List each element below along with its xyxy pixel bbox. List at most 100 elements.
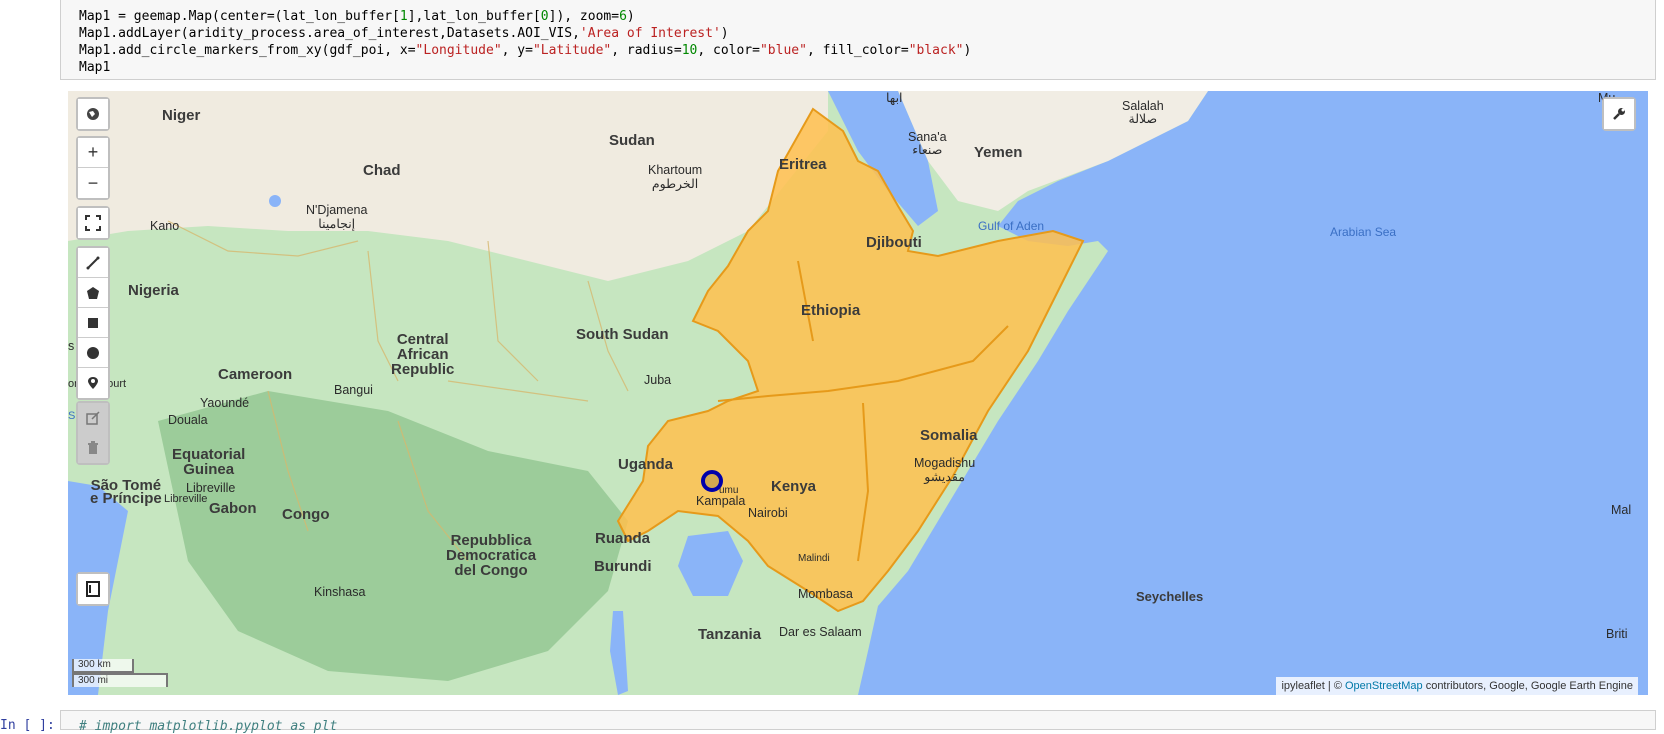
next-code-cell[interactable]: # import matplotlib.pyplot as plt: [60, 710, 1656, 734]
label-drc: Repubblica Democratica del Congo: [446, 533, 536, 578]
label-ethiopia: Ethiopia: [801, 302, 861, 319]
label-arabian-sea: Arabian Sea: [1330, 225, 1397, 239]
label-khartoum-line-1: Khartoum: [648, 163, 703, 177]
label-eq-guinea-line-2: Guinea: [183, 461, 235, 478]
draw-polygon-icon[interactable]: [78, 278, 108, 308]
map-widget[interactable]: Niger Sudan Chad Eritrea Yemen Djibouti …: [68, 91, 1648, 695]
cell-prompt: In [ ]:: [0, 718, 55, 733]
edit-toolbar[interactable]: [76, 401, 110, 465]
label-edge-s: s: [68, 339, 75, 353]
label-ndjamena-line-2: إنجامينا: [318, 217, 356, 231]
label-edge-mal: Mal: [1611, 503, 1632, 517]
label-dar-es-salaam: Dar es Salaam: [779, 625, 862, 639]
label-niger: Niger: [162, 107, 201, 124]
zoom-control[interactable]: + −: [76, 136, 110, 200]
label-yemen: Yemen: [974, 144, 1023, 161]
label-ndjamena: N'Djamena إنجامينا: [306, 203, 367, 231]
basemap[interactable]: [68, 91, 1648, 695]
code-line-4: Map1: [79, 60, 111, 75]
label-drc-line-2: Democratica: [446, 547, 537, 564]
map-attribution: ipyleaflet | © OpenStreetMap contributor…: [1276, 677, 1638, 695]
fullscreen-icon[interactable]: [78, 208, 108, 238]
label-kano: Kano: [150, 219, 180, 233]
code-line-1: Map1 = geemap.Map(center=(lat_lon_buffer…: [79, 9, 635, 24]
delete-layers-icon[interactable]: [78, 433, 108, 463]
label-eritrea: Eritrea: [779, 156, 827, 173]
label-khartoum: Khartoum الخرطوم: [648, 163, 702, 191]
label-juba: Juba: [644, 373, 672, 387]
label-chad: Chad: [363, 162, 401, 179]
draw-rectangle-icon[interactable]: [78, 308, 108, 338]
label-salalah-line-2: صلالة: [1128, 112, 1158, 126]
label-rwanda: Ruanda: [595, 530, 651, 547]
label-nairobi: Nairobi: [748, 506, 788, 520]
widget-toggle-control[interactable]: [76, 572, 110, 606]
zoom-out-button[interactable]: −: [78, 168, 108, 198]
label-car-line-1: Central: [396, 331, 449, 348]
label-mogadishu-line-1: Mogadishu: [914, 456, 976, 470]
label-mogadishu-line-2: مقديشو: [924, 470, 965, 484]
layers-control[interactable]: [76, 97, 110, 131]
edit-layers-icon[interactable]: [78, 403, 108, 433]
label-gabon: Gabon: [209, 500, 257, 517]
circle-marker[interactable]: [700, 469, 724, 493]
code-line-3: Map1.add_circle_markers_from_xy(gdf_poi,…: [79, 43, 972, 58]
label-salalah: Salalah صلالة: [1122, 100, 1164, 126]
label-burundi: Burundi: [594, 558, 652, 575]
label-eq-guinea-line-1: Equatorial: [172, 446, 246, 463]
label-kinshasa: Kinshasa: [314, 585, 366, 599]
label-gulf-of-aden: Gulf of Aden: [978, 219, 1045, 233]
globe-icon[interactable]: [78, 99, 108, 129]
draw-circle-icon[interactable]: [78, 338, 108, 368]
panel-toggle-icon[interactable]: [78, 574, 108, 604]
fullscreen-control[interactable]: [76, 206, 110, 240]
code-cell[interactable]: Map1 = geemap.Map(center=(lat_lon_buffer…: [60, 0, 1656, 80]
lake-chad: [269, 195, 281, 207]
wrench-icon[interactable]: [1604, 99, 1634, 129]
label-mogadishu: Mogadishu مقديشو: [914, 456, 975, 484]
label-uganda: Uganda: [618, 456, 674, 473]
label-car-line-3: Republic: [391, 361, 455, 378]
label-malindi: Malindi: [798, 553, 830, 564]
label-yaounde: Yaoundé: [200, 396, 250, 410]
code-line-2: Map1.addLayer(aridity_process.area_of_in…: [79, 26, 729, 41]
label-douala: Douala: [168, 413, 208, 427]
label-drc-line-3: del Congo: [454, 562, 528, 579]
label-drc-line-1: Repubblica: [450, 532, 532, 549]
zoom-in-button[interactable]: +: [78, 138, 108, 168]
label-car-line-2: African: [396, 346, 449, 363]
attribution-prefix: ipyleaflet | ©: [1281, 680, 1345, 692]
draw-toolbar[interactable]: [76, 246, 110, 400]
label-djibouti: Djibouti: [866, 234, 922, 251]
label-sao-tome-line-2: e Príncipe: [90, 490, 162, 507]
toolbar-control[interactable]: [1602, 97, 1636, 131]
label-equatorial-guinea: Equatorial Guinea: [172, 447, 245, 477]
label-cameroon: Cameroon: [218, 366, 293, 383]
label-khartoum-line-2: الخرطوم: [651, 177, 699, 191]
label-abha: ابها: [886, 91, 903, 105]
label-ndjamena-line-1: N'Djamena: [306, 203, 368, 217]
label-libreville-2: Libreville: [164, 493, 208, 505]
label-south-sudan: South Sudan: [576, 326, 669, 343]
label-seychelles: Seychelles: [1136, 589, 1204, 604]
label-kenya: Kenya: [771, 478, 817, 495]
label-tanzania: Tanzania: [698, 626, 762, 643]
label-mombasa: Mombasa: [798, 587, 853, 601]
label-edge-briti: Briti: [1606, 627, 1628, 641]
label-sao-tome: São Tomé e Príncipe: [90, 478, 162, 507]
label-congo: Congo: [282, 506, 330, 523]
label-bangui: Bangui: [334, 383, 373, 397]
draw-marker-icon[interactable]: [78, 368, 108, 398]
code-editor[interactable]: Map1 = geemap.Map(center=(lat_lon_buffer…: [79, 8, 971, 76]
attribution-suffix: contributors, Google, Google Earth Engin…: [1422, 680, 1633, 692]
scale-mi: 300 mi: [72, 673, 168, 687]
scale-km: 300 km: [72, 659, 134, 673]
label-central-african-republic: Central African Republic: [391, 332, 454, 377]
label-somalia: Somalia: [920, 427, 978, 444]
label-nigeria: Nigeria: [128, 282, 179, 299]
openstreetmap-link[interactable]: OpenStreetMap: [1345, 680, 1423, 692]
label-sanaa-line-2: صنعاء: [912, 143, 943, 157]
label-sudan: Sudan: [609, 132, 655, 149]
draw-polyline-icon[interactable]: [78, 248, 108, 278]
label-sanaa: Sana'a صنعاء: [908, 131, 947, 157]
